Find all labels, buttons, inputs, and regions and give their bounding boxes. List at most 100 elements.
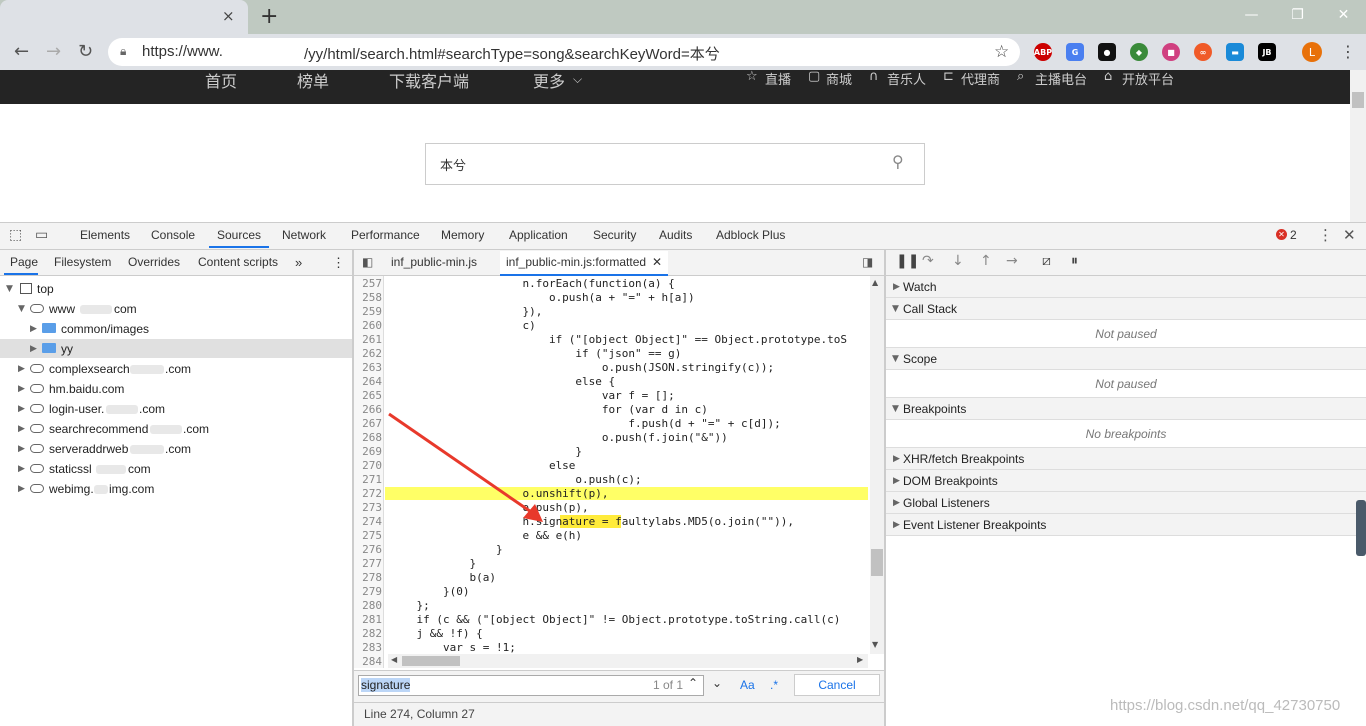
browser-menu-icon[interactable]: ⋮	[1340, 42, 1356, 61]
profile-avatar[interactable]: L	[1302, 42, 1322, 62]
navtab-overrides[interactable]: Overrides	[128, 255, 180, 269]
navtab-filesystem[interactable]: Filesystem	[54, 255, 111, 269]
toggle-debugger-icon[interactable]: ◨	[862, 255, 873, 269]
collapse-arrow-icon[interactable]: ▶	[893, 476, 900, 486]
line-number[interactable]: 263	[354, 361, 382, 374]
lock-icon[interactable]: 🔒︎	[120, 44, 126, 59]
tab-memory[interactable]: Memory	[441, 228, 484, 242]
tree-searchrecommend-suffix[interactable]: .com	[183, 422, 209, 436]
collapse-arrow-icon[interactable]: ▶	[893, 282, 900, 292]
code-line[interactable]: o.push(JSON.stringify(c));	[390, 361, 774, 374]
editor-tab-formatted[interactable]: inf_public-min.js:formatted	[506, 255, 646, 269]
match-case-button[interactable]: Aa	[740, 678, 755, 692]
section-call-stack[interactable]	[886, 298, 1366, 320]
nav-live[interactable]: 直播	[765, 69, 791, 88]
restore-button[interactable]: ❐	[1275, 0, 1320, 30]
error-icon[interactable]: ✕	[1276, 229, 1287, 240]
find-query[interactable]: signature	[361, 678, 411, 692]
close-window-button[interactable]: ✕	[1321, 0, 1366, 30]
tree-staticssl-suffix[interactable]: com	[128, 462, 151, 476]
site-search-box[interactable]	[425, 143, 925, 185]
line-number[interactable]: 257	[354, 277, 382, 290]
code-line[interactable]: if ("[object Object]" == Object.prototyp…	[390, 333, 847, 346]
tree-www[interactable]: www	[49, 302, 75, 316]
scroll-right-icon[interactable]: ▶	[857, 655, 863, 664]
inspect-icon[interactable]: ⬚	[9, 227, 22, 243]
code-line[interactable]: o.push(a + "=" + h[a])	[390, 291, 695, 304]
regex-button[interactable]: .*	[770, 678, 778, 692]
nav-agent[interactable]: 代理商	[961, 69, 1000, 88]
extension-icon-7[interactable]: ▬	[1226, 43, 1244, 61]
tab-audits[interactable]: Audits	[659, 228, 692, 242]
new-tab-button[interactable]: +	[260, 4, 278, 29]
global-label[interactable]: Global Listeners	[903, 496, 990, 510]
call-stack-label[interactable]: Call Stack	[903, 302, 957, 316]
step-over-icon[interactable]: ↷	[922, 253, 934, 269]
collapse-arrow-icon[interactable]: ▶	[18, 444, 25, 454]
reload-icon[interactable]: ↻	[78, 41, 93, 62]
search-icon[interactable]: ⚲	[892, 152, 904, 171]
navtab-content-scripts[interactable]: Content scripts	[198, 255, 278, 269]
chevron-down-icon[interactable]: ⌵	[573, 72, 582, 87]
line-number[interactable]: 277	[354, 557, 382, 570]
collapse-arrow-icon[interactable]: ▶	[18, 364, 25, 374]
collapse-arrow-icon[interactable]: ▶	[30, 324, 37, 334]
code-line[interactable]: n.forEach(function(a) {	[390, 277, 674, 290]
line-number[interactable]: 279	[354, 585, 382, 598]
code-line[interactable]: }	[390, 557, 476, 570]
code-line[interactable]: else {	[390, 375, 615, 388]
line-number[interactable]: 282	[354, 627, 382, 640]
step-out-icon[interactable]: ↑	[980, 253, 992, 269]
open-platform-icon[interactable]: ⌂	[1104, 69, 1112, 84]
xhr-label[interactable]: XHR/fetch Breakpoints	[903, 452, 1024, 466]
extension-icon-5[interactable]: ■	[1162, 43, 1180, 61]
tab-elements[interactable]: Elements	[80, 228, 130, 242]
line-number[interactable]: 270	[354, 459, 382, 472]
line-number[interactable]: 267	[354, 417, 382, 430]
bookmark-star-icon[interactable]: ☆	[994, 42, 1009, 62]
tree-top[interactable]: top	[37, 282, 54, 296]
translate-icon[interactable]: G	[1066, 43, 1084, 61]
tab-close-icon[interactable]: ×	[222, 7, 235, 25]
devtools-menu-icon[interactable]: ⋮	[1318, 226, 1333, 244]
line-number[interactable]: 265	[354, 389, 382, 402]
device-toggle-icon[interactable]: ▭	[35, 227, 48, 243]
section-watch[interactable]	[886, 276, 1366, 298]
collapse-arrow-icon[interactable]: ▶	[30, 344, 37, 354]
tab-application[interactable]: Application	[509, 228, 568, 242]
editor-tab-min[interactable]: inf_public-min.js	[391, 255, 477, 269]
line-number[interactable]: 264	[354, 375, 382, 388]
more-tabs-icon[interactable]: »	[295, 255, 302, 270]
pause-icon[interactable]: ❚❚	[896, 253, 919, 269]
line-number[interactable]: 268	[354, 431, 382, 444]
adblock-plus-icon[interactable]: ABP	[1034, 43, 1052, 61]
tab-adblock-plus[interactable]: Adblock Plus	[716, 228, 785, 242]
line-number[interactable]: 273	[354, 501, 382, 514]
code-line[interactable]: if (c && ("[object Object]" != Object.pr…	[390, 613, 840, 626]
browser-tab[interactable]	[0, 0, 248, 34]
editor-tab-close-icon[interactable]: ✕	[652, 255, 662, 269]
expand-arrow-icon[interactable]: ▼	[892, 354, 899, 364]
event-label[interactable]: Event Listener Breakpoints	[903, 518, 1046, 532]
tree-serveraddrweb-suffix[interactable]: .com	[165, 442, 191, 456]
line-number[interactable]: 260	[354, 319, 382, 332]
line-number[interactable]: 281	[354, 613, 382, 626]
scroll-up-icon[interactable]: ▲	[872, 278, 878, 287]
jetbrains-icon[interactable]: JB	[1258, 43, 1276, 61]
url-text-path[interactable]: /yy/html/search.html#searchType=song&sea…	[304, 43, 720, 64]
live-icon[interactable]: ☆	[746, 69, 758, 84]
nav-download[interactable]: 下载客户端	[389, 68, 469, 92]
tree-webimg-suffix[interactable]: img.com	[109, 482, 154, 496]
collapse-arrow-icon[interactable]: ▶	[893, 498, 900, 508]
shop-icon[interactable]: ▢	[808, 69, 820, 84]
code-line[interactable]: if ("json" == g)	[390, 347, 681, 360]
nav-home[interactable]: 首页	[205, 68, 237, 92]
toggle-navigator-icon[interactable]: ◧	[362, 255, 373, 269]
tab-sources[interactable]: Sources	[217, 228, 261, 242]
watch-label[interactable]: Watch	[903, 280, 937, 294]
line-number[interactable]: 258	[354, 291, 382, 304]
tree-common-images[interactable]: common/images	[61, 322, 149, 336]
code-line[interactable]: }	[390, 543, 503, 556]
expand-arrow-icon[interactable]: ▼	[18, 304, 25, 314]
line-number[interactable]: 284	[354, 655, 382, 668]
